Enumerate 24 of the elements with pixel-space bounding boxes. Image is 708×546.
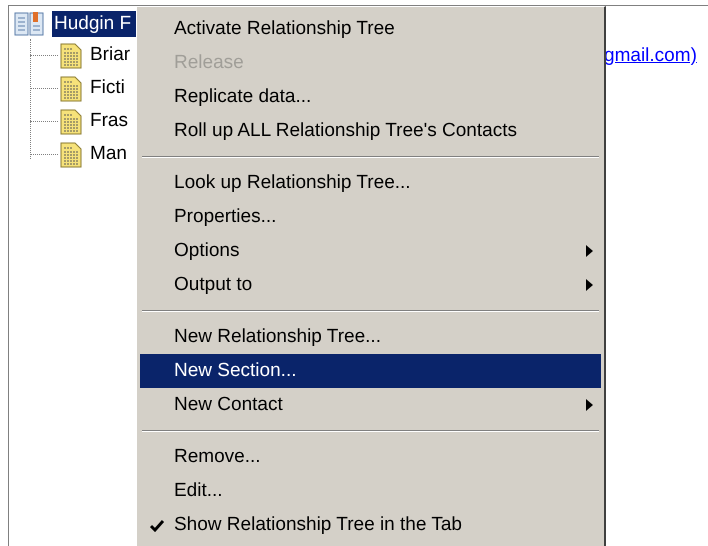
email-link[interactable]: gmail.com) — [604, 42, 697, 70]
document-icon — [60, 76, 82, 102]
menu-item[interactable]: Options — [140, 234, 601, 268]
menu-item[interactable]: Look up Relationship Tree... — [140, 166, 601, 200]
tree-item[interactable]: Ficti — [90, 74, 125, 103]
menu-item[interactable]: Output to — [140, 268, 601, 302]
menu-item[interactable]: Roll up ALL Relationship Tree's Contacts — [140, 114, 601, 148]
tree-item[interactable]: Fras — [90, 107, 128, 136]
menu-item[interactable]: New Section... — [140, 354, 601, 388]
menu-item[interactable]: Replicate data... — [140, 80, 601, 114]
menu-item[interactable]: Show Relationship Tree in the Tab — [140, 508, 601, 542]
document-icon — [60, 108, 82, 134]
menu-item[interactable]: New Relationship Tree... — [140, 320, 601, 354]
menu-item[interactable]: Properties... — [140, 200, 601, 234]
tree-item[interactable]: Man — [90, 140, 127, 169]
document-icon — [60, 142, 82, 168]
document-icon — [60, 42, 82, 68]
menu-item[interactable]: Activate Relationship Tree — [140, 12, 601, 46]
tree-item[interactable]: Hudgin F — [52, 11, 136, 37]
tree-item[interactable]: Briar — [90, 41, 130, 70]
menu-item[interactable]: Edit... — [140, 474, 601, 508]
book-icon — [14, 11, 44, 37]
menu-item[interactable]: Remove... — [140, 440, 601, 474]
menu-item[interactable]: New Contact — [140, 388, 601, 422]
